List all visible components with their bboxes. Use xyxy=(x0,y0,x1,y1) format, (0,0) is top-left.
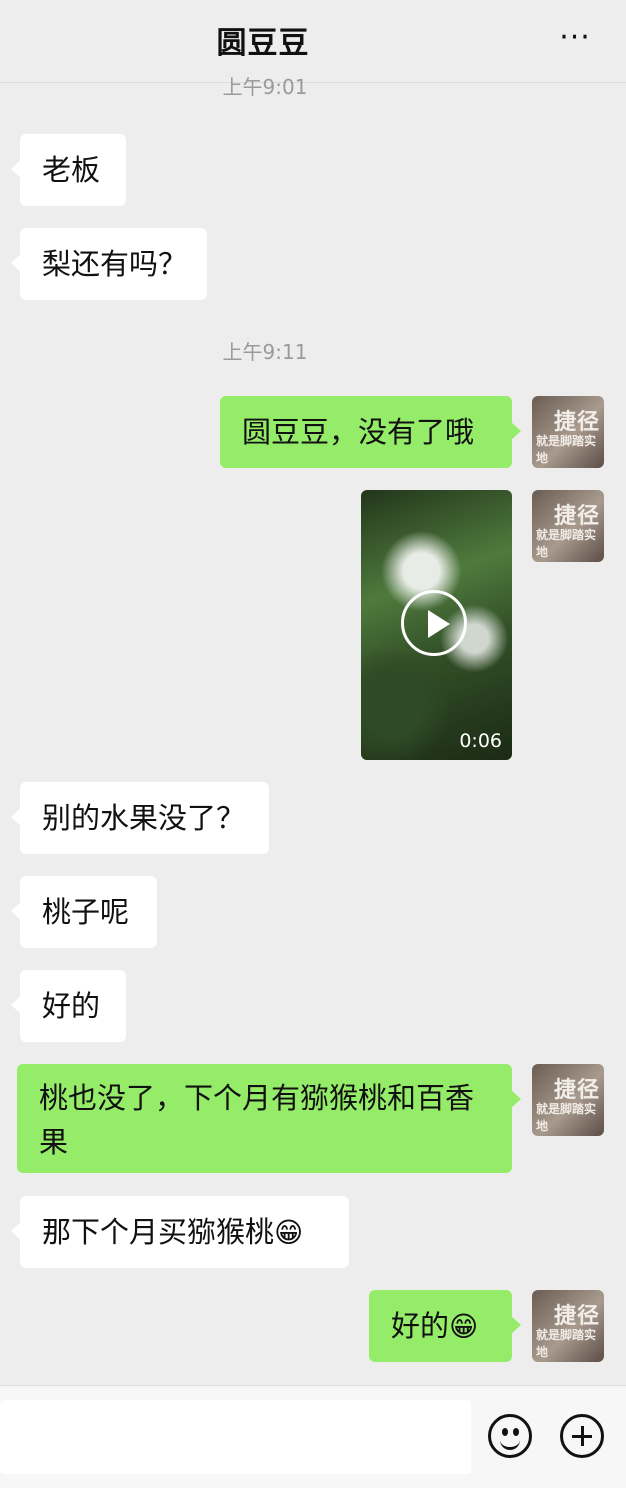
message-text: 那下个月买猕猴桃 xyxy=(42,1215,275,1249)
avatar[interactable]: 捷径 就是脚踏实地 xyxy=(532,490,604,562)
play-icon[interactable] xyxy=(401,590,467,656)
timestamp: 上午9:11 xyxy=(222,340,308,364)
grin-emoji-icon: 😁 xyxy=(449,1310,479,1343)
message-bubble[interactable]: 桃也没了，下个月有猕猴桃和百香果 xyxy=(17,1064,521,1173)
message-bubble[interactable]: 桃子呢 xyxy=(11,876,157,948)
message-bubble[interactable]: 梨还有吗？ xyxy=(11,228,207,300)
chat-header: 圆豆豆 ··· xyxy=(0,0,626,83)
message-bubble[interactable]: 圆豆豆，没有了哦 xyxy=(220,396,521,468)
message-bubble[interactable]: 老板 xyxy=(11,134,126,206)
grin-emoji-icon: 😁 xyxy=(274,1216,304,1249)
message-text: 好的 xyxy=(391,1309,450,1343)
plus-icon[interactable] xyxy=(560,1414,604,1458)
smiley-icon[interactable] xyxy=(488,1414,532,1458)
video-duration: 0:06 xyxy=(459,730,502,752)
message-input[interactable] xyxy=(0,1400,471,1474)
chat-title: 圆豆豆 xyxy=(216,26,310,61)
message-bubble[interactable]: 好的 xyxy=(11,970,126,1042)
video-message[interactable]: 0:06 xyxy=(361,490,512,760)
timestamp: 上午9:01 xyxy=(222,76,308,96)
avatar[interactable]: 捷径 就是脚踏实地 xyxy=(532,396,604,468)
message-bubble[interactable]: 别的水果没了？ xyxy=(11,782,269,854)
message-bubble[interactable]: 好的😁 xyxy=(369,1290,521,1362)
message-bubble[interactable]: 那下个月买猕猴桃😁 xyxy=(11,1196,349,1268)
more-dots-icon[interactable]: ··· xyxy=(550,16,600,60)
avatar[interactable]: 捷径 就是脚踏实地 xyxy=(532,1064,604,1136)
avatar[interactable]: 捷径 就是脚踏实地 xyxy=(532,1290,604,1362)
input-bar xyxy=(0,1385,626,1488)
